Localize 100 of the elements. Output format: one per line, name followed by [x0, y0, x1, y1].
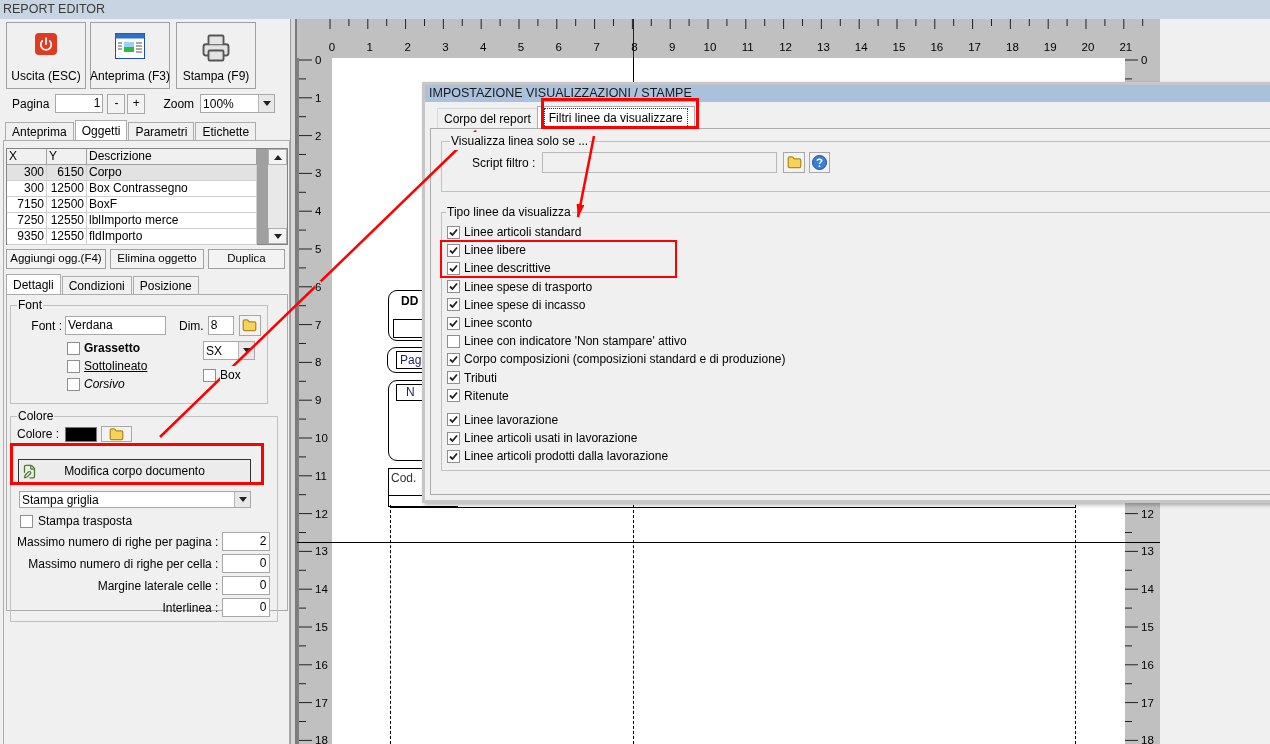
font-label: Font :: [30, 317, 62, 335]
dropdown-button[interactable]: [234, 492, 250, 507]
checkbox[interactable]: [447, 371, 460, 385]
ruler-label: 12: [315, 507, 328, 521]
ruler-label: 0: [328, 40, 336, 55]
number-field[interactable]: 0: [222, 554, 271, 573]
number-field[interactable]: 0: [222, 576, 271, 595]
tab[interactable]: Dettagli: [6, 274, 61, 294]
table-row[interactable]: 7150 12500 BoxF: [7, 197, 257, 213]
page-field[interactable]: 1: [55, 94, 104, 113]
table-cell: Corpo: [87, 165, 257, 180]
table-row[interactable]: 9350 12550 fldImporto: [7, 229, 257, 245]
action-button[interactable]: Elimina oggetto: [110, 249, 204, 269]
checkbox-label: Linee con indicatore 'Non stampare' attivo: [464, 333, 687, 351]
checkbox[interactable]: [20, 514, 33, 528]
size-label: Dim.: [179, 317, 204, 335]
ruler-label: 0: [1141, 54, 1148, 67]
table-cell: 300: [7, 165, 47, 180]
checkbox-label: Grassetto: [84, 340, 141, 357]
number-field[interactable]: 2: [222, 532, 271, 551]
checkbox[interactable]: [447, 316, 460, 330]
checkbox-label: Linee articoli usati in lavorazione: [464, 430, 638, 448]
ruler-label: 21: [1119, 40, 1133, 55]
checkbox[interactable]: [447, 298, 460, 312]
tab[interactable]: Oggetti: [74, 120, 128, 140]
field-label: Massimo numero di righe per pagina :: [17, 533, 219, 551]
checkbox-label: Ritenute: [464, 387, 509, 405]
scrollbar[interactable]: [268, 149, 287, 244]
ruler-label: 15: [892, 40, 906, 55]
table-cell: 7150: [7, 197, 47, 212]
column-header: Cod.: [391, 470, 417, 487]
action-button[interactable]: Aggiungi ogg.(F4): [6, 249, 106, 269]
previous-page-button[interactable]: -: [107, 93, 126, 114]
ruler-label: 11: [315, 469, 327, 483]
ruler-label: 7: [593, 40, 600, 55]
checkbox[interactable]: [203, 368, 216, 382]
dropdown-button[interactable]: [258, 95, 275, 112]
power-icon: [35, 33, 57, 55]
checkbox[interactable]: [67, 341, 80, 355]
size-field[interactable]: 8: [207, 316, 234, 335]
ruler-label: 12: [779, 40, 792, 55]
checkbox[interactable]: [447, 449, 460, 463]
color-swatch[interactable]: [65, 426, 98, 442]
column-header[interactable]: Descrizione: [87, 149, 257, 164]
caret-icon: [262, 101, 271, 106]
ruler-label: 14: [1141, 583, 1154, 597]
checkbox[interactable]: [447, 225, 460, 239]
ruler-label: 2: [315, 129, 322, 143]
table-cell: 6150: [47, 165, 87, 180]
tab[interactable]: Etichette: [195, 122, 257, 140]
tab[interactable]: Posizione: [132, 276, 199, 294]
folder-button[interactable]: [238, 315, 261, 336]
ruler-label: 10: [703, 40, 717, 55]
ruler-label: 2: [404, 40, 411, 55]
font-field[interactable]: Verdana: [65, 316, 166, 335]
folder-button[interactable]: [783, 152, 806, 173]
tab[interactable]: Parametri: [128, 122, 195, 140]
grid-select[interactable]: Stampa griglia: [19, 491, 251, 508]
column-header[interactable]: X: [7, 149, 47, 164]
ruler-label: 0: [315, 54, 322, 67]
next-page-button[interactable]: +: [127, 93, 146, 114]
checkbox[interactable]: [67, 377, 80, 391]
frame-label: DD: [401, 293, 419, 310]
action-button[interactable]: Duplica: [208, 249, 285, 269]
checkbox[interactable]: [447, 389, 460, 403]
window-icon: [115, 33, 145, 59]
column-header[interactable]: Y: [47, 149, 87, 164]
tab[interactable]: Condizioni: [61, 276, 132, 294]
table-cell: 300: [7, 181, 47, 196]
checkbox[interactable]: [447, 261, 460, 275]
ruler-label: 16: [930, 40, 944, 55]
tab[interactable]: Filtri linee da visualizzare: [536, 106, 695, 128]
script-field[interactable]: [542, 152, 778, 173]
align-select[interactable]: SX: [203, 341, 255, 360]
checkbox-label: Linee spese di trasporto: [464, 278, 593, 296]
checkbox[interactable]: [447, 431, 460, 445]
ruler-label: 13: [817, 40, 830, 55]
toolbar-button[interactable]: Stampa (F9): [176, 22, 256, 89]
table-row[interactable]: 300 12500 Box Contrassegno: [7, 181, 257, 197]
ruler-label: 17: [1141, 696, 1154, 710]
toolbar-button[interactable]: Anteprima (F3): [90, 22, 170, 89]
checkbox[interactable]: [447, 413, 460, 427]
help-button[interactable]: [809, 152, 831, 173]
checkbox[interactable]: [447, 280, 460, 294]
checkbox[interactable]: [447, 243, 460, 257]
splitter[interactable]: [290, 19, 297, 744]
checkbox[interactable]: [447, 352, 460, 366]
edit-body-button[interactable]: Modifica corpo documento: [18, 459, 251, 483]
number-field[interactable]: 0: [222, 598, 271, 617]
checkbox[interactable]: [447, 334, 460, 348]
zoom-select[interactable]: 100%: [200, 94, 276, 113]
ruler-label: 19: [1043, 40, 1057, 55]
ruler-label: 14: [854, 40, 868, 55]
window-title: REPORT EDITOR: [0, 0, 1270, 19]
checkbox[interactable]: [67, 359, 80, 373]
toolbar-button[interactable]: Uscita (ESC): [6, 22, 86, 89]
table-row[interactable]: 7250 12550 lblImporto merce: [7, 213, 257, 229]
table-row[interactable]: 300 6150 Corpo: [7, 165, 257, 181]
tab[interactable]: Anteprima: [5, 122, 74, 140]
edit-document-icon: [22, 463, 37, 479]
